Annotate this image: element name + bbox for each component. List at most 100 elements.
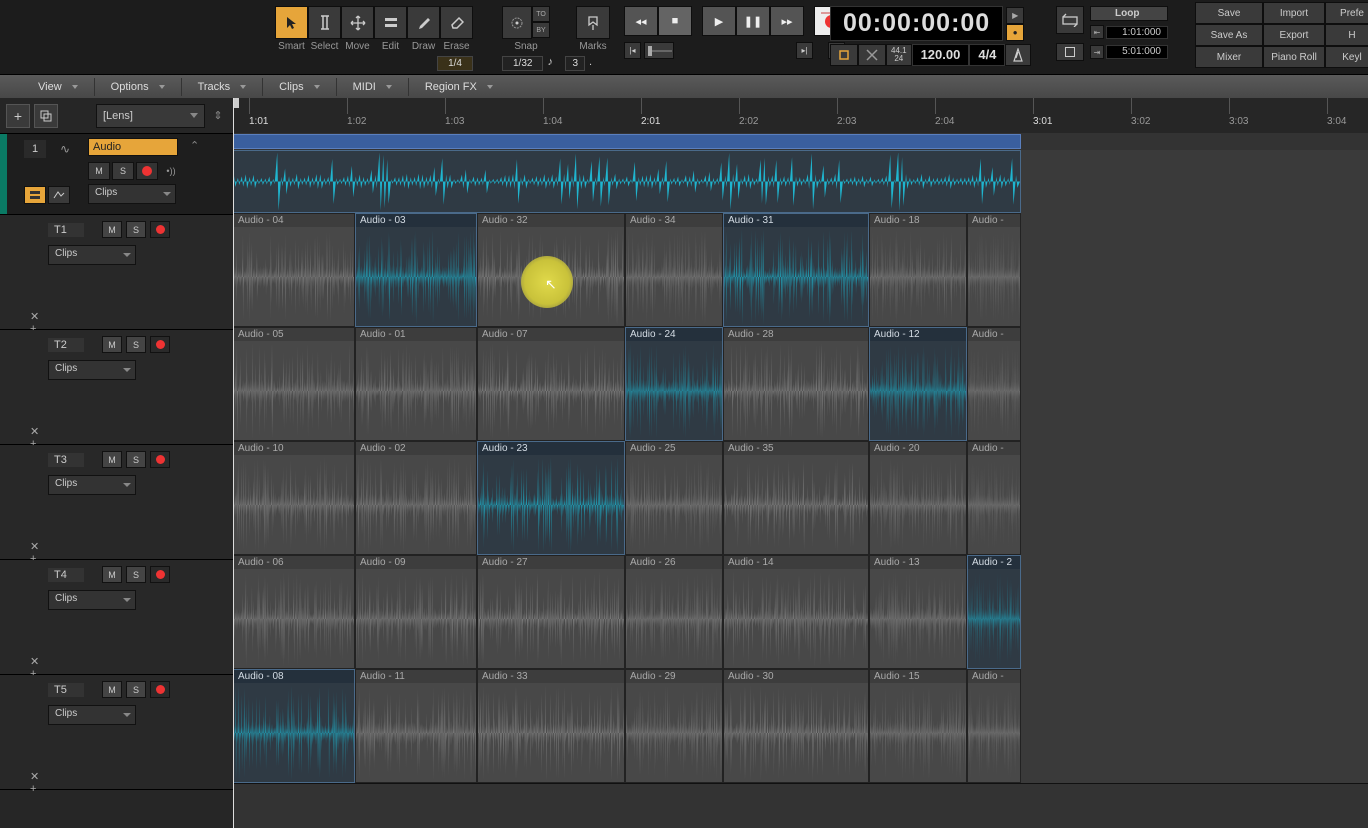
tracks-menu[interactable]: Tracks [184, 76, 261, 97]
erase-tool-button[interactable] [440, 6, 473, 39]
play-button[interactable]: ▶ [702, 6, 736, 36]
metronome-button[interactable] [1005, 44, 1031, 66]
loop-in-set[interactable]: ⇤ [1090, 25, 1104, 39]
smart-tool-button[interactable] [275, 6, 308, 39]
audio-clip[interactable]: Audio - 05 [233, 327, 355, 441]
take-track-3[interactable]: T3MS Clips ✕ + [0, 445, 233, 560]
take-solo[interactable]: S [126, 566, 146, 583]
take-track-2[interactable]: T2MS Clips ✕ + [0, 330, 233, 445]
punch-button[interactable] [1056, 43, 1084, 61]
track-clips-select[interactable]: Clips [88, 184, 176, 204]
audio-clip[interactable]: Audio - 35 [723, 441, 869, 555]
take-clips-select[interactable]: Clips [48, 475, 136, 495]
audio-clip[interactable]: Audio - [967, 327, 1021, 441]
take-solo[interactable]: S [126, 451, 146, 468]
audio-clip[interactable]: Audio - 2 [967, 555, 1021, 669]
draw-tool-button[interactable] [407, 6, 440, 39]
master-audio-track[interactable]: 1 ∿ ⌃ M S •)) Clips [0, 134, 233, 215]
audio-clip[interactable]: Audio - 20 [869, 441, 967, 555]
take-rec[interactable] [150, 566, 170, 583]
audio-clip[interactable]: Audio - [967, 669, 1021, 783]
stop-button[interactable]: ■ [658, 6, 692, 36]
view-menu[interactable]: View [24, 76, 92, 97]
take-track-4[interactable]: T4MS Clips ✕ + [0, 560, 233, 675]
take-rec[interactable] [150, 451, 170, 468]
time-mode-1[interactable]: ▶ [1006, 7, 1024, 24]
mixer-button[interactable]: Mixer [1195, 46, 1263, 68]
timesig-display[interactable]: 4/4 [969, 44, 1005, 66]
loop-in-value[interactable]: 1:01:000 [1106, 26, 1168, 39]
audio-clip[interactable]: Audio - 24 [625, 327, 723, 441]
take-mute[interactable]: M [102, 336, 122, 353]
input-echo-icon[interactable]: •)) [160, 162, 182, 180]
audio-clip[interactable]: Audio - 13 [869, 555, 967, 669]
scrub-slider[interactable] [644, 42, 674, 59]
clips-menu[interactable]: Clips [265, 76, 333, 97]
take-clips-select[interactable]: Clips [48, 245, 136, 265]
snap-button[interactable] [502, 6, 532, 39]
edit-tool-button[interactable] [374, 6, 407, 39]
mute-button[interactable]: M [88, 162, 110, 180]
track-view-icon[interactable] [24, 186, 46, 204]
audio-clip[interactable]: Audio - 06 [233, 555, 355, 669]
take-solo[interactable]: S [126, 336, 146, 353]
master-clip[interactable] [233, 150, 1021, 213]
take-rec[interactable] [150, 221, 170, 238]
audio-clip[interactable]: Audio - 27 [477, 555, 625, 669]
regionfx-menu[interactable]: Region FX [411, 76, 507, 97]
time-display[interactable]: 00:00:00:00 [830, 6, 1003, 41]
audio-clip[interactable]: Audio - 26 [625, 555, 723, 669]
audio-clip[interactable]: Audio - 04 [233, 213, 355, 327]
audio-clip[interactable]: Audio - 18 [869, 213, 967, 327]
take-remove[interactable]: ✕ [30, 771, 39, 783]
add-track-button[interactable]: + [6, 104, 30, 128]
take-remove[interactable]: ✕ [30, 656, 39, 668]
take-mute[interactable]: M [102, 451, 122, 468]
take-add[interactable]: + [30, 783, 36, 795]
triplet-icon[interactable]: ♪ [547, 56, 561, 70]
rtz-button[interactable]: |◂ [624, 42, 641, 59]
take-track-1[interactable]: T1MS Clips ✕ + [0, 215, 233, 330]
fx-button[interactable] [858, 44, 886, 66]
snap-by-button[interactable]: BY [532, 22, 550, 38]
quantize-value[interactable]: 1/4 [437, 56, 473, 71]
pause-button[interactable]: ❚❚ [736, 6, 770, 36]
audio-clip[interactable]: Audio - 09 [355, 555, 477, 669]
take-solo[interactable]: S [126, 221, 146, 238]
loop-region-bar[interactable] [233, 134, 1021, 149]
audio-clip[interactable]: Audio - 14 [723, 555, 869, 669]
sort-icon[interactable]: ⇕ [209, 109, 227, 122]
audio-clip[interactable]: Audio - 07 [477, 327, 625, 441]
track-name-input[interactable] [88, 138, 178, 156]
take-remove[interactable]: ✕ [30, 311, 39, 323]
pianoroll-button[interactable]: Piano Roll [1263, 46, 1325, 68]
audio-clip[interactable]: Audio - 03 [355, 213, 477, 327]
select-tool-button[interactable] [308, 6, 341, 39]
rewind-button[interactable]: ◂◂ [624, 6, 658, 36]
audio-clip[interactable]: Audio - 33 [477, 669, 625, 783]
marks-button[interactable] [576, 6, 610, 39]
audio-clip[interactable]: Audio - 08 [233, 669, 355, 783]
arrangement-view[interactable]: 1:011:021:031:042:012:022:032:043:013:02… [233, 98, 1368, 828]
goto-end-button[interactable]: ▸| [796, 42, 813, 59]
take-lane-2[interactable]: Audio - 05Audio - 01Audio - 07Audio - 24… [233, 327, 1368, 442]
audio-clip[interactable]: Audio - 25 [625, 441, 723, 555]
arm-button[interactable] [136, 162, 158, 180]
view-preset-select[interactable]: [Lens] [96, 104, 205, 128]
time-mode-2[interactable]: ● [1006, 24, 1024, 41]
region-strip[interactable] [233, 133, 1368, 150]
take-lane-1[interactable]: Audio - 04Audio - 03Audio - 32Audio - 34… [233, 213, 1368, 328]
audio-clip[interactable]: Audio - 29 [625, 669, 723, 783]
ffwd-button[interactable]: ▸▸ [770, 6, 804, 36]
saveas-button[interactable]: Save As [1195, 24, 1263, 46]
take-mute[interactable]: M [102, 221, 122, 238]
audio-clip[interactable]: Audio - 28 [723, 327, 869, 441]
audio-clip[interactable]: Audio - [967, 441, 1021, 555]
snap-resolution[interactable]: 1/32 [502, 56, 543, 71]
take-lane-3[interactable]: Audio - 10Audio - 02Audio - 23Audio - 25… [233, 441, 1368, 556]
audio-clip[interactable]: Audio - 11 [355, 669, 477, 783]
keyboard-button[interactable]: Keyl [1325, 46, 1368, 68]
take-lane-5[interactable]: Audio - 08Audio - 11Audio - 33Audio - 29… [233, 669, 1368, 784]
help-button[interactable]: H [1325, 24, 1368, 46]
options-menu[interactable]: Options [97, 76, 179, 97]
